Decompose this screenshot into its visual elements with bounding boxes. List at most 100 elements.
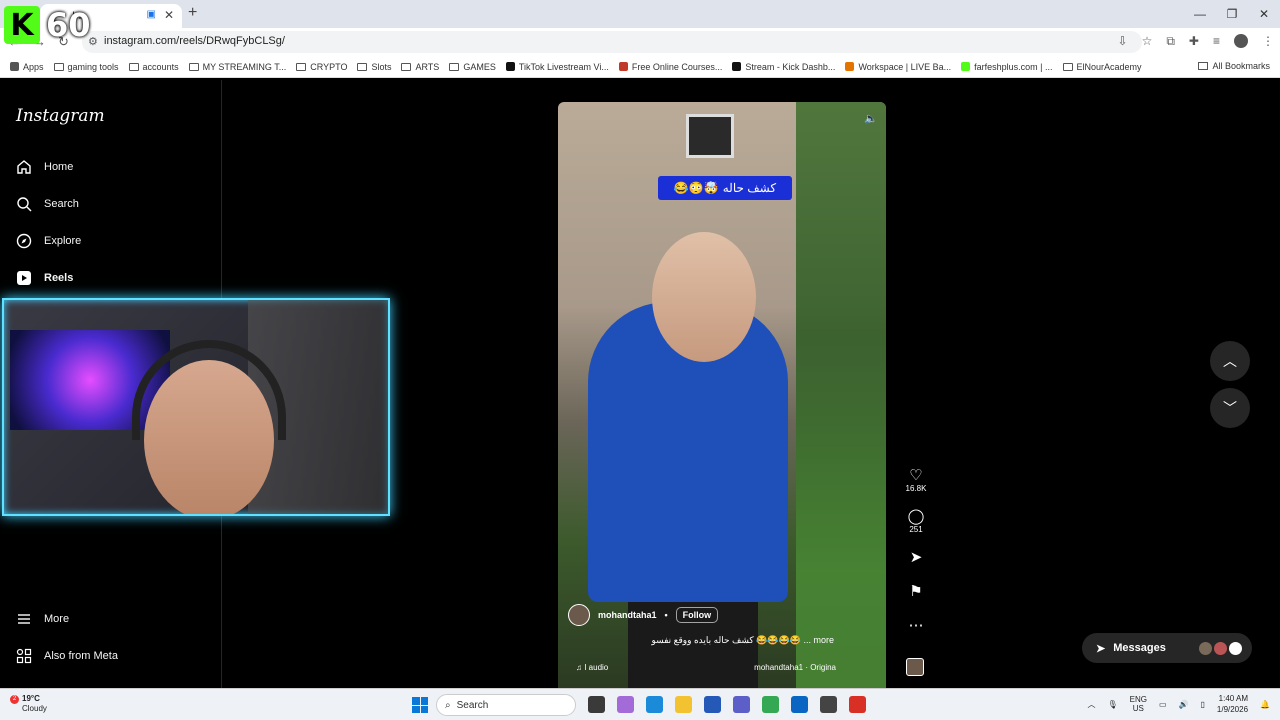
toolbar-icons: ⇩ ☆ ⧉ ✚ ≡ ⋮	[1118, 34, 1274, 49]
profile-avatar[interactable]	[1234, 34, 1248, 48]
folder-icon	[53, 62, 64, 71]
all-bookmarks[interactable]: All Bookmarks	[1198, 61, 1270, 71]
lang-code: ENG	[1129, 695, 1147, 704]
clock[interactable]: 1:40 AM 1/9/2026	[1217, 693, 1248, 715]
network-icon[interactable]: ▭	[1159, 700, 1167, 709]
bookmark-item[interactable]: ARTS	[401, 62, 439, 72]
extension-icon[interactable]: ⧉	[1166, 34, 1175, 49]
save-action[interactable]: ⚑	[909, 582, 922, 600]
store-icon[interactable]	[704, 696, 721, 713]
instagram-page: Instagram Home Search Explore Reels More…	[0, 80, 1280, 688]
taskbar-search-label: Search	[456, 699, 489, 711]
bookmark-item[interactable]: Stream - Kick Dashb...	[732, 62, 835, 72]
audio-label[interactable]: ♫ I audio	[576, 663, 608, 672]
windows-taskbar: 2 19°C Cloudy ⌕ Search ︿ 🎙 ENG US ▭ 🔊 ▯ …	[0, 688, 1280, 720]
favicon-icon	[505, 62, 515, 71]
comment-action[interactable]: ◯ 251	[908, 507, 925, 534]
author-avatar[interactable]	[568, 604, 590, 626]
video-window	[686, 114, 734, 158]
close-window-button[interactable]: ✕	[1248, 0, 1280, 28]
bookmark-item[interactable]: Slots	[357, 62, 391, 72]
tray-chevron-icon[interactable]: ︿	[1087, 699, 1095, 710]
bookmark-item[interactable]: GAMES	[449, 62, 496, 72]
author-username[interactable]: mohandtaha1	[598, 610, 657, 620]
msg-avatar-1	[1199, 641, 1212, 655]
bookmark-item[interactable]: Apps	[10, 62, 44, 72]
extensions-puzzle-icon[interactable]: ✚	[1189, 34, 1199, 49]
folder-icon	[128, 62, 139, 71]
folder-icon	[296, 62, 307, 71]
bookmark-item[interactable]: farfeshplus.com | ...	[961, 62, 1053, 72]
msg-avatar-3	[1229, 641, 1242, 655]
nav-home[interactable]: Home	[16, 157, 73, 177]
start-button[interactable]	[412, 697, 428, 713]
reading-list-icon[interactable]: ≡	[1213, 34, 1220, 49]
language-indicator[interactable]: ENG US	[1130, 695, 1147, 713]
bookmark-label: Slots	[371, 61, 392, 72]
task-view-icon[interactable]	[588, 696, 605, 713]
install-icon[interactable]: ⇩	[1118, 34, 1128, 49]
nav-reels[interactable]: Reels	[16, 268, 73, 288]
bookmark-item[interactable]: MY STREAMING T...	[188, 62, 286, 72]
dot-separator: •	[664, 610, 668, 620]
bookmark-label: Apps	[23, 61, 44, 72]
bookmark-item[interactable]: ElNourAcademy	[1062, 62, 1142, 72]
follow-button[interactable]: Follow	[675, 607, 719, 623]
menu-kebab-icon[interactable]: ⋮	[1262, 34, 1274, 49]
messages-button[interactable]: ➤ Messages	[1082, 633, 1252, 663]
bookmark-item[interactable]: CRYPTO	[296, 62, 347, 72]
teams-icon[interactable]	[733, 696, 750, 713]
nav-also-from-meta[interactable]: Also from Meta	[16, 646, 118, 666]
nav-search-label: Search	[44, 198, 79, 210]
weather-widget[interactable]: 19°C Cloudy	[22, 694, 47, 714]
new-tab-button[interactable]: +	[188, 4, 197, 22]
edge-icon[interactable]	[646, 696, 663, 713]
bookmark-item[interactable]: accounts	[128, 61, 179, 72]
outlook-icon[interactable]	[791, 696, 808, 713]
nav-more[interactable]: More	[16, 609, 69, 629]
like-action[interactable]: ♡ 16.8K	[906, 466, 927, 493]
obs-icon[interactable]	[820, 696, 837, 713]
volume-tray-icon[interactable]: 🔊	[1179, 700, 1189, 709]
notification-bell-icon[interactable]: 🔔	[1260, 700, 1270, 709]
chrome-icon[interactable]	[762, 696, 779, 713]
nav-search[interactable]: Search	[16, 194, 79, 214]
weather-condition: Cloudy	[22, 704, 47, 713]
app-bf-icon[interactable]	[849, 696, 866, 713]
bookmark-label: Stream - Kick Dashb...	[745, 61, 836, 72]
bookmark-label: accounts	[142, 61, 179, 72]
bookmark-star-icon[interactable]: ☆	[1142, 34, 1153, 49]
message-avatars	[1199, 641, 1242, 655]
mic-icon[interactable]: 🎙	[1107, 700, 1117, 709]
next-reel-button[interactable]: ﹀	[1210, 388, 1250, 428]
bookmark-item[interactable]: gaming tools	[53, 61, 119, 72]
close-tab-icon[interactable]: ✕	[164, 8, 174, 22]
folder-icon	[1198, 62, 1209, 70]
taskbar-search[interactable]: ⌕ Search	[436, 694, 576, 716]
copilot-icon[interactable]	[617, 696, 634, 713]
minimize-button[interactable]: —	[1184, 0, 1216, 28]
reel-video[interactable]: 😂😳🤯 كشف حاله 🔈 mohandtaha1 • Follow كشف …	[558, 102, 886, 688]
battery-icon[interactable]: ▯	[1200, 700, 1204, 709]
volume-icon[interactable]: 🔈	[864, 112, 878, 125]
bookmark-item[interactable]: Workspace | LIVE Ba...	[845, 62, 951, 72]
kick-overlay: K 60	[4, 4, 100, 46]
file-explorer-icon[interactable]	[675, 696, 692, 713]
heart-icon: ♡	[909, 467, 923, 484]
original-audio[interactable]: mohandtaha1 · Origina	[754, 663, 836, 672]
bookmark-label: Free Online Courses...	[631, 61, 723, 72]
sticker-emojis: 😂😳🤯	[673, 181, 719, 195]
bookmark-label: gaming tools	[67, 61, 119, 72]
nav-explore[interactable]: Explore	[16, 231, 81, 251]
url-field[interactable]: ⚙ instagram.com/reels/DRwqFybCLSg/	[82, 31, 1142, 53]
more-options[interactable]: ⋯	[909, 616, 924, 634]
weather-temp: 19°C	[22, 694, 40, 703]
instagram-logo[interactable]: Instagram	[16, 106, 105, 126]
previous-reel-button[interactable]: ︿	[1210, 341, 1250, 381]
share-action[interactable]: ➤	[910, 548, 923, 566]
bookmark-item[interactable]: Free Online Courses...	[618, 61, 723, 72]
bookmark-item[interactable]: TikTok Livestream Vi...	[505, 62, 609, 72]
restore-button[interactable]: ❐	[1216, 0, 1248, 28]
reel-caption[interactable]: كشف حاله بايده ووقع نفسو 😂😂😂😂 ... more	[651, 635, 834, 646]
audio-thumbnail[interactable]	[906, 658, 924, 676]
